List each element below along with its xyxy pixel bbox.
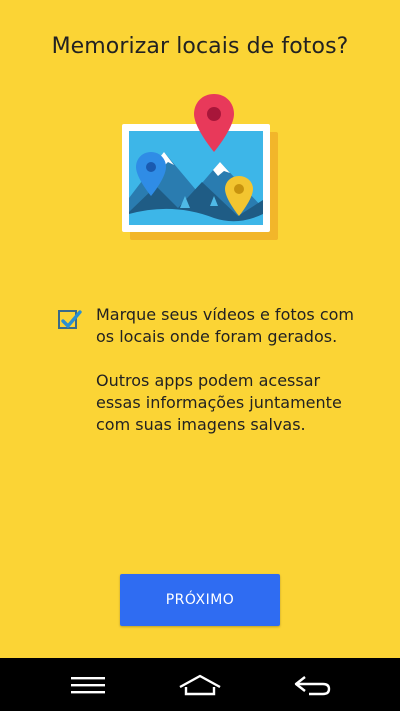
- menu-button[interactable]: [48, 658, 128, 711]
- back-button[interactable]: [272, 658, 352, 711]
- checkmark-icon: [61, 310, 82, 328]
- home-icon: [179, 674, 221, 695]
- app-screen: Memorizar locais de fotos? Marque seus v…: [0, 0, 400, 658]
- system-navigation-bar: [0, 658, 400, 711]
- photo-location-pins-icon: [118, 90, 278, 250]
- option-text-secondary: Outros apps podem acessar essas informaç…: [96, 371, 342, 434]
- option-text-primary: Marque seus vídeos e fotos com os locais…: [96, 305, 355, 346]
- option-description: Marque seus vídeos e fotos com os locais…: [96, 304, 366, 436]
- page-title: Memorizar locais de fotos?: [51, 34, 349, 59]
- home-button[interactable]: [160, 658, 240, 711]
- location-checkbox[interactable]: [58, 310, 82, 329]
- menu-icon: [71, 676, 105, 693]
- back-icon: [294, 675, 331, 695]
- next-button[interactable]: PRÓXIMO: [120, 574, 280, 626]
